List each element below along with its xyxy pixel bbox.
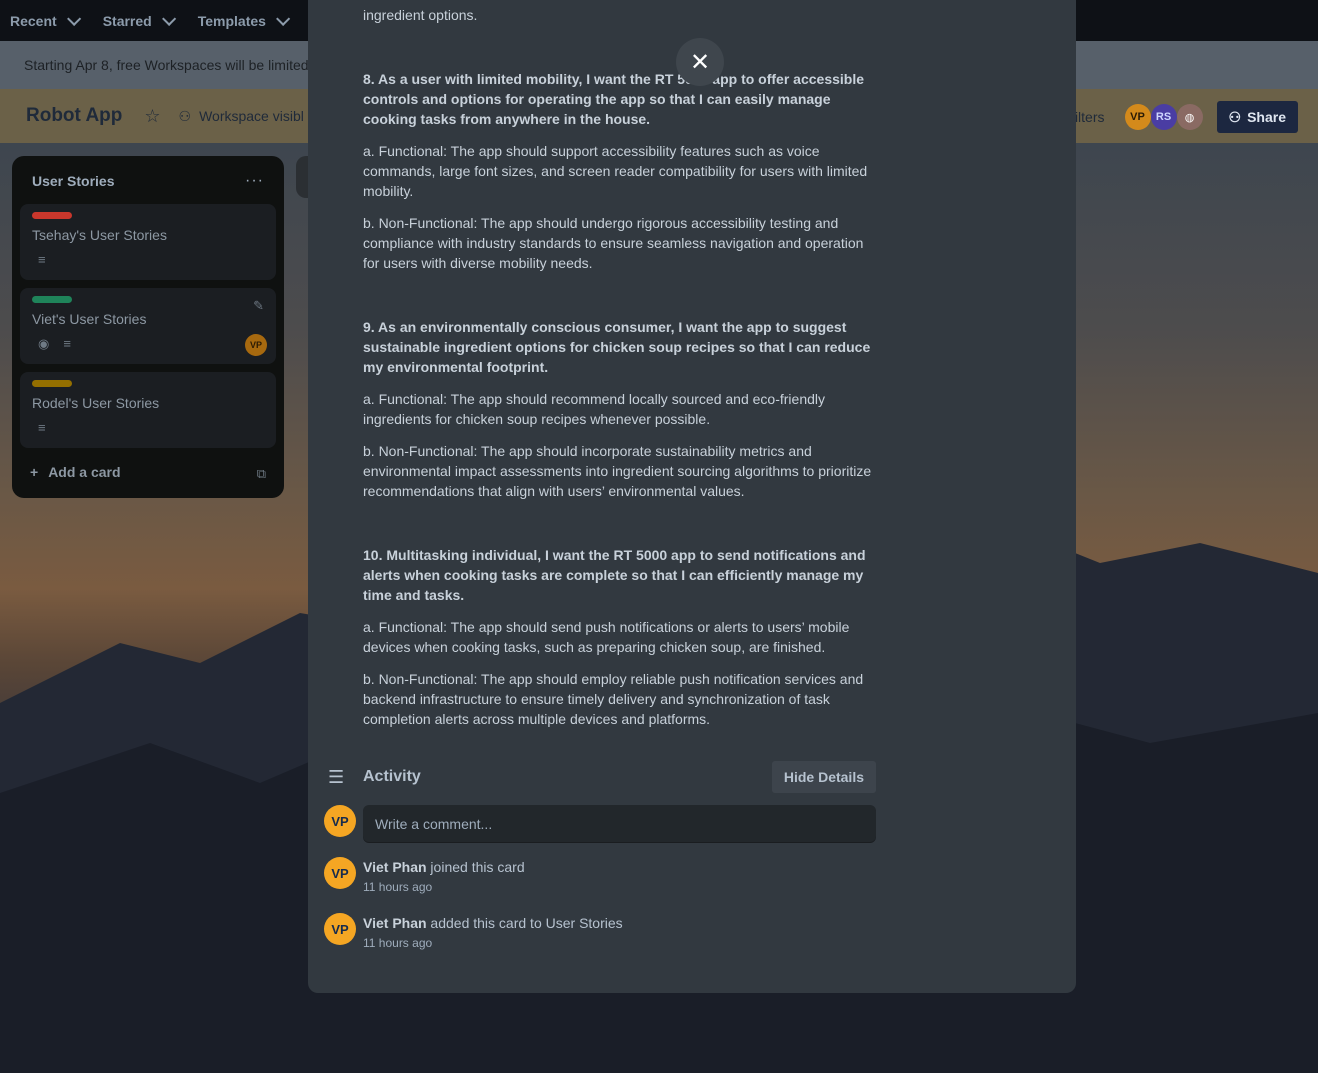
story-8-nonfunctional: b. Non-Functional: The app should underg… [363, 215, 864, 271]
activity-time[interactable]: 11 hours ago [363, 880, 525, 894]
activity-action: joined this card [426, 859, 525, 875]
description-intro-tail: ingredient options. [363, 7, 478, 23]
visibility-label: Workspace visibl [199, 108, 304, 124]
share-label: Share [1247, 109, 1286, 125]
member-avatar-vp[interactable]: VP [1124, 104, 1151, 130]
workspace-visibility-button[interactable]: ⚇ Workspace visibl [179, 108, 304, 125]
description-icon: ≡ [38, 252, 46, 267]
member-avatar-photo[interactable]: ◍ [1176, 104, 1203, 130]
board-title[interactable]: Robot App [26, 105, 122, 127]
close-modal-button[interactable]: ✕ [676, 38, 724, 86]
plus-icon: + [30, 464, 39, 480]
story-9-functional: a. Functional: The app should recommend … [363, 391, 825, 427]
card-member-avatar[interactable]: VP [245, 334, 267, 356]
current-user-avatar[interactable]: VP [324, 805, 356, 837]
card-detail-modal: ingredient options. 8. As a user with li… [308, 0, 1076, 993]
card-badges: ≡ [38, 420, 46, 435]
activity-avatar[interactable]: VP [324, 857, 356, 889]
story-10-nonfunctional: b. Non-Functional: The app should employ… [363, 671, 864, 727]
comment-input[interactable] [363, 805, 876, 842]
activity-time[interactable]: 11 hours ago [363, 936, 623, 950]
card-description[interactable]: ingredient options. 8. As a user with li… [363, 0, 878, 741]
activity-header: ☰ Activity Hide Details [328, 761, 876, 793]
card-rodel[interactable]: Rodel's User Stories ≡ [20, 372, 276, 448]
list-user-stories: User Stories ··· Tsehay's User Stories ≡… [12, 156, 284, 498]
card-template-icon[interactable]: ⧉ [257, 466, 266, 482]
nav-recent[interactable]: Recent [10, 11, 81, 29]
card-title: Viet's User Stories [32, 311, 147, 327]
card-label [32, 212, 72, 219]
activity-list-icon: ☰ [328, 766, 345, 787]
list-title[interactable]: User Stories [32, 173, 114, 189]
activity-title: Activity [363, 768, 421, 785]
share-button[interactable]: ⚇ Share [1216, 101, 1298, 133]
story-8-functional: a. Functional: The app should support ac… [363, 143, 868, 199]
edit-pencil-icon[interactable]: ✎ [253, 298, 264, 314]
story-10-functional: a. Functional: The app should send push … [363, 619, 850, 655]
nav-templates-label: Templates [197, 12, 266, 29]
card-title: Rodel's User Stories [32, 395, 160, 411]
story-9-question: 9. As an environmentally conscious consu… [363, 319, 871, 375]
nav-starred[interactable]: Starred [102, 11, 176, 29]
activity-entry: Viet Phan added this card to User Storie… [363, 915, 623, 950]
member-avatar-rs[interactable]: RS [1150, 104, 1177, 130]
chevron-down-icon [275, 11, 291, 26]
list-header: User Stories ··· [12, 156, 284, 190]
card-viet[interactable]: ✎ Viet's User Stories ◉ ≡ VP [20, 288, 276, 364]
board-header-actions: ⏷Filters VP RS ◍ ⚇Share [1047, 101, 1298, 133]
story-9-nonfunctional: b. Non-Functional: The app should incorp… [363, 443, 872, 499]
story-10-question: 10. Multitasking individual, I want the … [363, 547, 866, 603]
activity-user[interactable]: Viet Phan [363, 859, 427, 875]
card-title: Tsehay's User Stories [32, 227, 167, 243]
story-8-question: 8. As a user with limited mobility, I wa… [363, 71, 865, 127]
chevron-down-icon [66, 11, 81, 26]
activity-avatar[interactable]: VP [324, 913, 356, 945]
banner-text: Starting Apr 8, free Workspaces will be … [24, 57, 309, 73]
activity-user[interactable]: Viet Phan [363, 915, 427, 931]
chevron-down-icon [161, 11, 176, 26]
nav-templates[interactable]: Templates [197, 11, 291, 29]
watch-eye-icon: ◉ [38, 336, 50, 351]
hide-details-button[interactable]: Hide Details [771, 761, 876, 793]
nav-starred-label: Starred [102, 12, 152, 29]
card-badges: ◉ ≡ [38, 336, 71, 352]
more-options-icon[interactable]: ··· [245, 172, 264, 190]
close-icon: ✕ [689, 48, 711, 76]
card-badges: ≡ [38, 252, 46, 267]
card-label [32, 296, 72, 303]
star-icon[interactable]: ☆ [144, 106, 160, 127]
activity-action: added this card to User Stories [426, 915, 623, 931]
add-card-label: Add a card [48, 464, 121, 480]
card-tsehay[interactable]: Tsehay's User Stories ≡ [20, 204, 276, 280]
activity-entry: Viet Phan joined this card 11 hours ago [363, 859, 525, 894]
description-icon: ≡ [38, 420, 46, 435]
nav-recent-label: Recent [10, 12, 57, 29]
card-label [32, 380, 72, 387]
description-icon: ≡ [63, 336, 71, 351]
add-card-button[interactable]: + Add a card [30, 464, 121, 480]
people-icon: ⚇ [178, 107, 192, 124]
add-person-icon: ⚇ [1228, 108, 1242, 125]
